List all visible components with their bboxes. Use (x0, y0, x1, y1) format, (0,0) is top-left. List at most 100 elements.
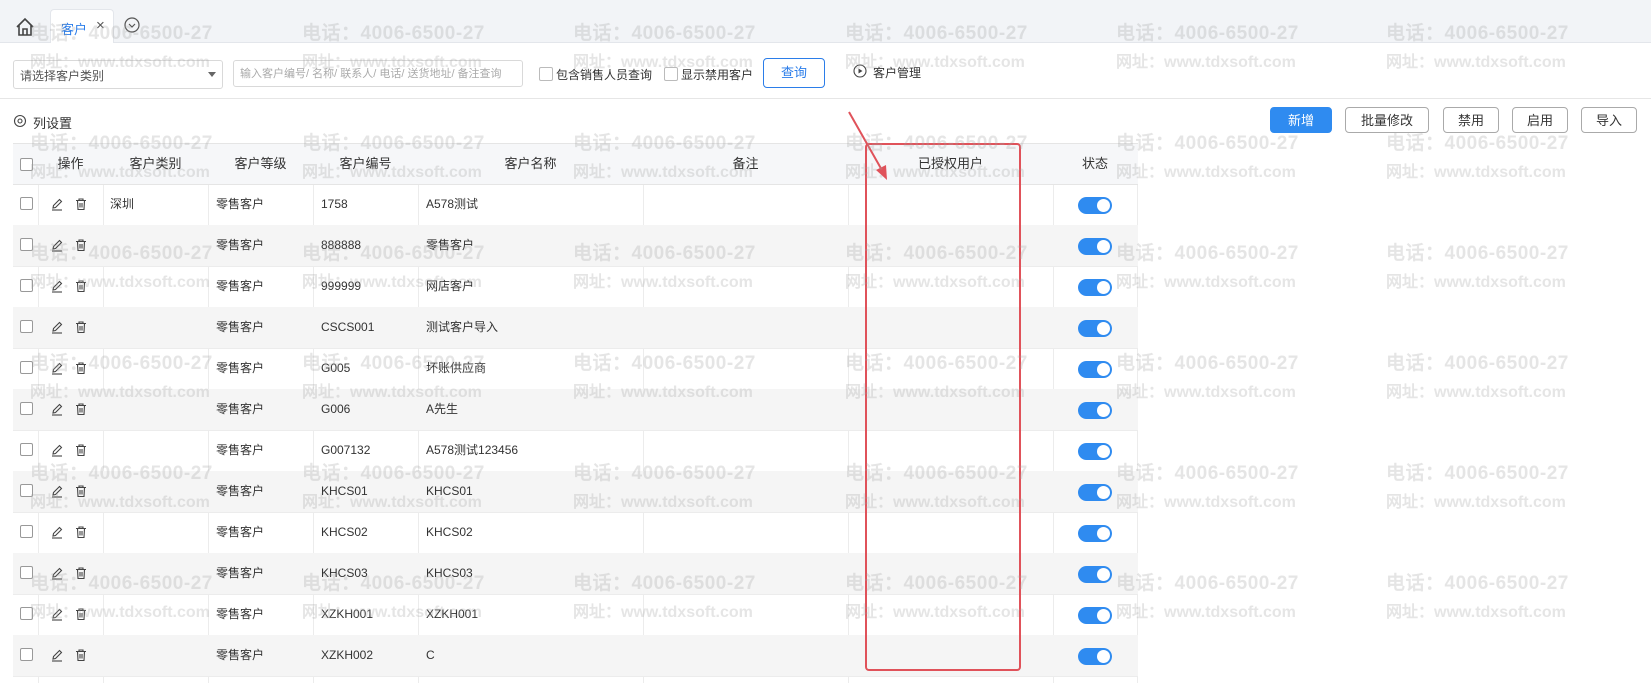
status-toggle[interactable] (1078, 566, 1112, 583)
status-toggle[interactable] (1078, 443, 1112, 460)
edit-icon[interactable] (50, 443, 64, 457)
column-header-category[interactable]: 客户类别 (103, 144, 208, 184)
toggle-knob (1097, 445, 1110, 458)
customer-category-select[interactable]: 请选择客户类别 (13, 60, 223, 89)
watermark-url: 网址：www.tdxsoft.com (1116, 384, 1296, 401)
row-checkbox[interactable] (20, 525, 33, 538)
cell-category: 深圳 (110, 197, 135, 211)
edit-icon[interactable] (50, 320, 64, 334)
edit-icon[interactable] (50, 607, 64, 621)
cell-code: 1758 (321, 197, 348, 211)
close-icon[interactable]: × (96, 18, 105, 33)
filter-bar: 请选择客户类别 包含销售人员查询 显示禁用客户 查询 客户管理 (0, 43, 1651, 99)
edit-icon[interactable] (50, 566, 64, 580)
import-button[interactable]: 导入 (1581, 107, 1637, 133)
edit-icon[interactable] (50, 648, 64, 662)
add-button[interactable]: 新增 (1270, 107, 1332, 133)
watermark-url: 网址：www.tdxsoft.com (1116, 164, 1296, 181)
column-header-code[interactable]: 客户编号 (313, 144, 418, 184)
edit-icon[interactable] (50, 197, 64, 211)
row-checkbox[interactable] (20, 648, 33, 661)
row-checkbox[interactable] (20, 320, 33, 333)
column-header-name[interactable]: 客户名称 (418, 144, 643, 184)
select-all-checkbox[interactable] (20, 158, 33, 171)
cell-name: A578测试123456 (426, 443, 519, 457)
watermark-phone: 电话：4006-6500-27 (1116, 353, 1299, 374)
customer-manage-link[interactable]: 客户管理 (873, 64, 921, 81)
disable-button[interactable]: 禁用 (1443, 107, 1499, 133)
status-toggle[interactable] (1078, 361, 1112, 378)
column-settings-button[interactable]: 列设置 (33, 113, 72, 132)
column-header-actions: 操作 (57, 156, 84, 171)
delete-icon[interactable] (74, 197, 88, 211)
watermark-phone: 电话：4006-6500-27 (1116, 243, 1299, 264)
gear-icon[interactable] (13, 114, 27, 128)
status-toggle[interactable] (1078, 238, 1112, 255)
cell-code: G006 (321, 402, 351, 416)
edit-icon[interactable] (50, 279, 64, 293)
column-header-level[interactable]: 客户等级 (208, 144, 313, 184)
cell-level: 零售客户 (216, 648, 265, 662)
delete-icon[interactable] (74, 566, 88, 580)
status-toggle[interactable] (1078, 320, 1112, 337)
cell-name: 零售客户 (426, 238, 475, 252)
watermark-phone: 电话：4006-6500-27 (1386, 463, 1569, 484)
delete-icon[interactable] (74, 443, 88, 457)
watermark-phone: 电话：4006-6500-27 (1386, 243, 1569, 264)
customer-search-input[interactable] (233, 60, 523, 87)
delete-icon[interactable] (74, 607, 88, 621)
row-checkbox[interactable] (20, 607, 33, 620)
home-icon[interactable] (14, 16, 36, 38)
edit-icon[interactable] (50, 238, 64, 252)
enable-button[interactable]: 启用 (1512, 107, 1568, 133)
edit-icon[interactable] (50, 402, 64, 416)
row-checkbox[interactable] (20, 197, 33, 210)
cell-level: 零售客户 (216, 607, 265, 621)
status-toggle[interactable] (1078, 607, 1112, 624)
delete-icon[interactable] (74, 525, 88, 539)
delete-icon[interactable] (74, 320, 88, 334)
include-sales-checkbox[interactable] (539, 67, 553, 81)
cell-code: XZKH002 (321, 648, 374, 662)
status-toggle[interactable] (1078, 648, 1112, 665)
caret-down-icon (208, 72, 216, 77)
delete-icon[interactable] (74, 648, 88, 662)
cell-name: C (426, 648, 435, 662)
cell-level: 零售客户 (216, 566, 265, 580)
row-checkbox[interactable] (20, 238, 33, 251)
watermark-phone: 电话：4006-6500-27 (1386, 573, 1569, 594)
status-toggle[interactable] (1078, 484, 1112, 501)
row-checkbox[interactable] (20, 566, 33, 579)
cell-code: XZKH001 (321, 607, 374, 621)
status-toggle[interactable] (1078, 402, 1112, 419)
cell-level: 零售客户 (216, 402, 265, 416)
edit-icon[interactable] (50, 361, 64, 375)
toggle-knob (1097, 404, 1110, 417)
chevron-down-icon[interactable] (124, 17, 140, 33)
query-button[interactable]: 查询 (763, 58, 825, 88)
cell-level: 零售客户 (216, 320, 265, 334)
delete-icon[interactable] (74, 279, 88, 293)
row-checkbox[interactable] (20, 361, 33, 374)
row-checkbox[interactable] (20, 484, 33, 497)
show-disabled-checkbox[interactable] (664, 67, 678, 81)
status-toggle[interactable] (1078, 525, 1112, 542)
batch-edit-button[interactable]: 批量修改 (1345, 107, 1429, 133)
column-header-note[interactable]: 备注 (643, 144, 848, 184)
status-toggle[interactable] (1078, 279, 1112, 296)
edit-icon[interactable] (50, 484, 64, 498)
delete-icon[interactable] (74, 361, 88, 375)
row-checkbox[interactable] (20, 443, 33, 456)
delete-icon[interactable] (74, 238, 88, 252)
cell-name: 坏账供应商 (426, 361, 487, 375)
play-circle-icon[interactable] (853, 64, 867, 78)
delete-icon[interactable] (74, 402, 88, 416)
toggle-knob (1097, 527, 1110, 540)
edit-icon[interactable] (50, 525, 64, 539)
row-checkbox[interactable] (20, 402, 33, 415)
delete-icon[interactable] (74, 484, 88, 498)
tab-customer[interactable]: 客户 × (50, 9, 114, 43)
column-header-status[interactable]: 状态 (1053, 144, 1137, 184)
status-toggle[interactable] (1078, 197, 1112, 214)
row-checkbox[interactable] (20, 279, 33, 292)
